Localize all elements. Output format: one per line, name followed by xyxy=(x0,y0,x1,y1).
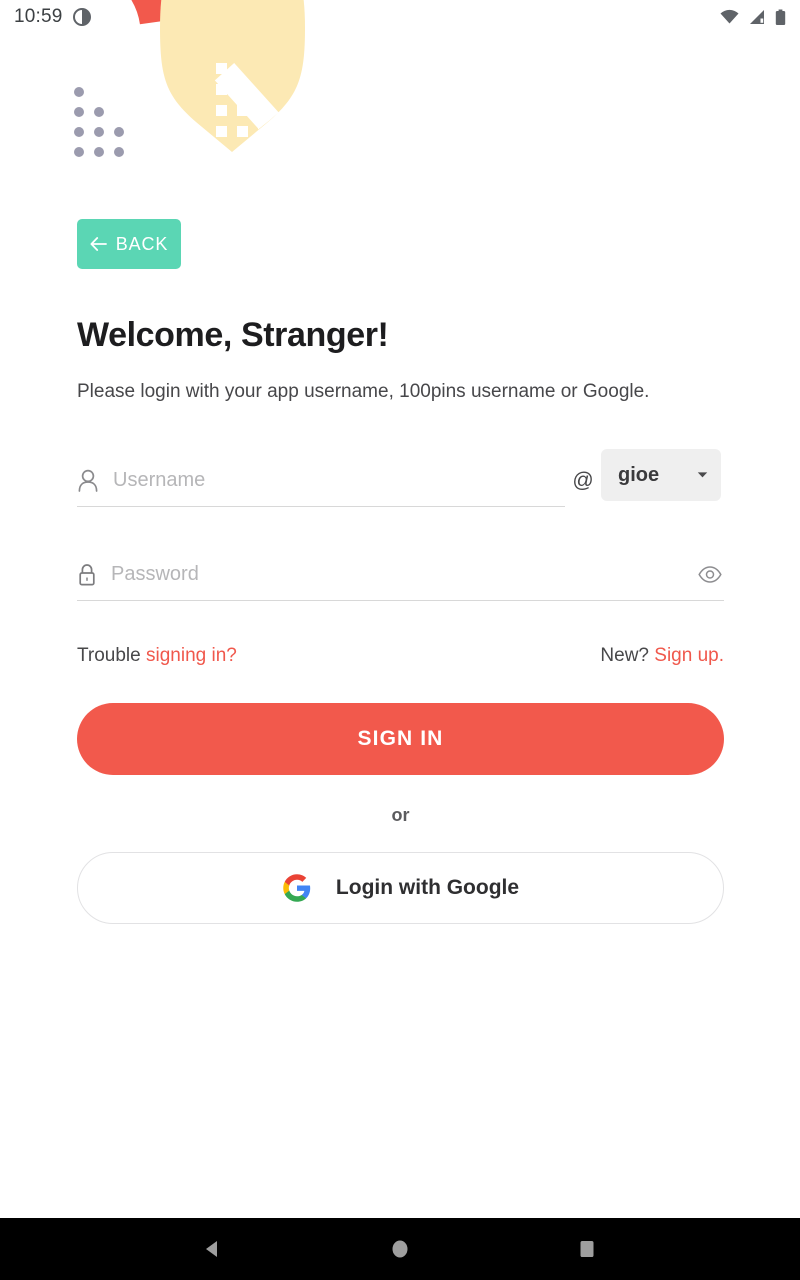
cellular-signal-icon xyxy=(750,10,764,24)
contrast-circle-icon xyxy=(72,8,91,26)
domain-dropdown[interactable]: gioe xyxy=(601,449,721,502)
status-bar: 10:59 xyxy=(0,0,800,34)
back-button[interactable]: BACK xyxy=(77,219,181,269)
login-form-container: Welcome, Stranger! Please login with you… xyxy=(77,315,724,925)
at-symbol: @ xyxy=(572,469,594,493)
status-bar-right xyxy=(720,9,786,26)
battery-icon xyxy=(775,9,786,25)
status-clock: 10:59 xyxy=(14,6,63,27)
or-divider-label: or xyxy=(391,805,410,826)
new-user-prefix-label: New? xyxy=(600,645,655,667)
gray-dot-grid xyxy=(74,87,124,157)
person-icon xyxy=(78,469,98,492)
nav-recents-button[interactable] xyxy=(557,1218,617,1280)
nav-home-icon xyxy=(392,1240,408,1258)
eye-icon xyxy=(698,566,722,583)
nav-home-button[interactable] xyxy=(370,1218,430,1280)
wifi-icon xyxy=(720,9,739,24)
password-input[interactable] xyxy=(111,563,682,587)
back-button-label: BACK xyxy=(115,233,169,254)
sign-up-link[interactable]: Sign up. xyxy=(654,645,724,666)
page-title: Welcome, Stranger! xyxy=(77,316,389,354)
blob-inner-marks xyxy=(214,62,305,150)
login-screen: 10:59 BACK Welcome, Stranger! Please log… xyxy=(0,0,800,1280)
new-user-signup: New? Sign up. xyxy=(600,645,724,667)
arrow-left-icon xyxy=(90,237,107,251)
lock-icon xyxy=(79,563,95,586)
domain-dropdown-value: gioe xyxy=(618,463,660,486)
helper-links-row: Trouble signing in? New? Sign up. xyxy=(77,645,724,667)
nav-back-button[interactable] xyxy=(183,1218,243,1280)
chevron-down-icon xyxy=(697,472,708,478)
username-field[interactable] xyxy=(77,455,565,508)
google-button-label: Login with Google xyxy=(335,876,520,900)
android-navigation-bar xyxy=(0,1218,800,1280)
signing-in-link[interactable]: signing in? xyxy=(146,645,237,666)
trouble-prefix-label: Trouble xyxy=(77,645,146,667)
login-with-google-button[interactable]: Login with Google xyxy=(77,852,724,925)
page-subtitle: Please login with your app username, 100… xyxy=(77,381,650,403)
password-field[interactable] xyxy=(77,549,724,602)
toggle-password-visibility-button[interactable] xyxy=(696,566,724,583)
nav-back-icon xyxy=(206,1241,218,1257)
nav-recents-icon xyxy=(580,1241,594,1257)
username-input[interactable] xyxy=(113,469,565,493)
status-bar-left: 10:59 xyxy=(14,6,91,28)
username-row: @ gioe xyxy=(77,449,724,508)
trouble-signing-in: Trouble signing in? xyxy=(77,645,237,667)
sign-in-button[interactable]: SIGN IN xyxy=(77,703,724,776)
google-logo-icon xyxy=(283,874,311,902)
